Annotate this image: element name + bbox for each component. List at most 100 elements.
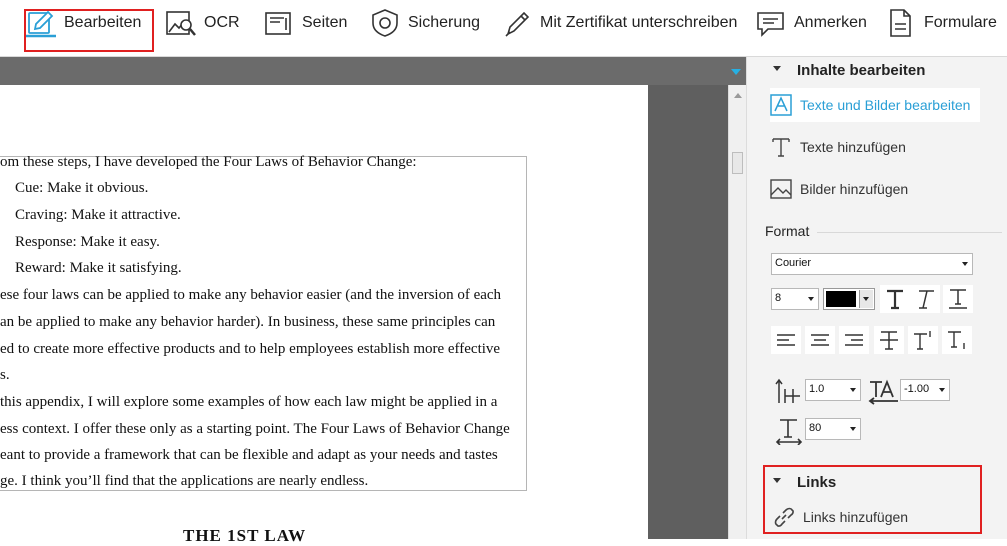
edit-pen-icon [26, 10, 56, 38]
collapse-links-section-icon[interactable] [773, 478, 781, 483]
font-color-picker[interactable] [823, 288, 875, 310]
vertical-scrollbar[interactable] [728, 85, 747, 539]
doc-line: Reward: Make it satisfying. [15, 260, 182, 276]
align-center-icon [811, 334, 829, 346]
subscript-button[interactable] [942, 326, 972, 354]
doc-line: Cue: Make it obvious. [15, 180, 149, 196]
align-right-icon [845, 334, 863, 346]
form-icon [890, 9, 911, 37]
document-header-strip [0, 57, 746, 85]
doc-line: ed to create more effective products and… [0, 341, 501, 357]
doc-line: an be applied to make any behavior harde… [0, 314, 496, 330]
align-center-button[interactable] [805, 326, 835, 354]
doc-line: ge. I think you’ll find that the applica… [0, 473, 369, 489]
scroll-thumb[interactable] [732, 152, 743, 174]
toolbar-edit-button[interactable]: Bearbeiten [26, 0, 141, 46]
add-images-button[interactable]: Bilder hinzufügen [770, 172, 980, 206]
edit-side-panel: Inhalte bearbeiten Texte und Bilder bear… [746, 57, 1007, 539]
ocr-scan-icon [166, 11, 196, 36]
format-divider [817, 232, 1002, 233]
scroll-up-icon[interactable] [734, 93, 742, 98]
toolbar-pages-label: Seiten [302, 14, 348, 31]
text-image-edit-icon [770, 94, 792, 116]
document-area: om these steps, I have developed the Fou… [0, 57, 746, 539]
superscript-button[interactable] [908, 326, 938, 354]
strikethrough-icon [880, 331, 898, 350]
doc-line: ese four laws can be applied to make any… [0, 287, 502, 303]
chevron-down-icon [850, 427, 856, 431]
add-links-label: Links hinzufügen [803, 509, 909, 525]
editable-text-frame[interactable]: om these steps, I have developed the Fou… [0, 154, 527, 491]
line-spacing-value: 1.0 [809, 383, 825, 395]
edit-text-images-button[interactable]: Texte und Bilder bearbeiten [770, 88, 980, 122]
bold-icon [887, 289, 903, 310]
chevron-down-icon [962, 262, 968, 266]
toolbar-security-button[interactable]: Sicherung [370, 0, 480, 46]
add-text-label: Texte hinzufügen [800, 139, 906, 155]
doc-line: s. [0, 367, 10, 383]
chevron-down-icon [850, 388, 856, 392]
superscript-icon [914, 331, 931, 350]
doc-line: Response: Make it easy. [15, 234, 160, 250]
collapse-content-section-icon[interactable] [773, 66, 781, 71]
chevron-down-icon [939, 388, 945, 392]
document-page: om these steps, I have developed the Fou… [0, 85, 648, 539]
toolbar-certificate-sign-label: Mit Zertifikat unterschreiben [540, 14, 738, 31]
align-left-icon [777, 334, 795, 346]
text-add-icon [772, 138, 790, 157]
comment-icon [757, 12, 784, 37]
toolbar-forms-button[interactable]: Formulare [886, 0, 997, 46]
align-left-button[interactable] [771, 326, 801, 354]
line-spacing-icon [775, 378, 800, 403]
italic-icon [919, 290, 934, 309]
toolbar-certificate-sign-button[interactable]: Mit Zertifikat unterschreiben [502, 0, 737, 46]
toolbar-annotate-label: Anmerken [794, 14, 867, 31]
character-spacing-value: -1.00 [904, 383, 930, 395]
pages-icon [265, 12, 291, 35]
color-dropdown-button[interactable] [859, 290, 873, 308]
shield-icon [372, 9, 398, 37]
toolbar-edit-label: Bearbeiten [64, 14, 142, 31]
font-color-swatch [826, 291, 856, 307]
font-family-value: Courier [775, 257, 812, 269]
strikethrough-button[interactable] [874, 326, 904, 354]
toolbar-forms-label: Formulare [924, 14, 997, 31]
align-right-button[interactable] [839, 326, 869, 354]
image-add-icon [770, 179, 792, 199]
toolbar-annotate-button[interactable]: Anmerken [756, 0, 867, 46]
format-label: Format [765, 223, 810, 239]
doc-line: ess context. I offer these only as a sta… [0, 421, 510, 437]
add-links-button[interactable]: Links hinzufügen [773, 500, 983, 534]
certificate-pen-icon [505, 11, 530, 37]
toolbar-security-label: Sicherung [408, 14, 481, 31]
chapter-heading-fragment: THE 1ST LAW [183, 526, 307, 545]
character-spacing-icon [868, 379, 898, 405]
doc-line: om these steps, I have developed the Fou… [0, 154, 417, 170]
horizontal-scale-icon [775, 419, 803, 445]
font-size-value: 8 [775, 292, 782, 304]
edit-text-images-label: Texte und Bilder bearbeiten [800, 97, 971, 113]
character-spacing-select[interactable]: -1.00 [900, 379, 950, 401]
add-text-button[interactable]: Texte hinzufügen [770, 130, 980, 164]
subscript-icon [948, 331, 965, 349]
toolbar-ocr-button[interactable]: OCR [166, 0, 240, 46]
toolbar-pages-button[interactable]: Seiten [264, 0, 347, 46]
view-dropdown-icon[interactable] [731, 69, 741, 75]
horizontal-scale-select[interactable]: 80 [805, 418, 861, 440]
font-size-select[interactable]: 8 [771, 288, 819, 310]
doc-line: this appendix, I will explore some examp… [0, 394, 498, 410]
content-section-title: Inhalte bearbeiten [797, 62, 926, 79]
font-family-select[interactable]: Courier [771, 253, 973, 275]
underline-icon [949, 289, 967, 309]
doc-line: Craving: Make it attractive. [15, 207, 181, 223]
main-toolbar: Bearbeiten OCR Seiten Sicherung Mit Zert… [0, 0, 1007, 57]
bold-button[interactable] [880, 285, 910, 313]
underline-button[interactable] [943, 285, 973, 313]
italic-button[interactable] [910, 285, 940, 313]
doc-line: eant to provide a framework that can be … [0, 447, 498, 463]
chevron-down-icon [808, 297, 814, 301]
link-icon [774, 507, 794, 527]
toolbar-ocr-label: OCR [204, 14, 240, 31]
add-images-label: Bilder hinzufügen [800, 181, 909, 197]
line-spacing-select[interactable]: 1.0 [805, 379, 861, 401]
